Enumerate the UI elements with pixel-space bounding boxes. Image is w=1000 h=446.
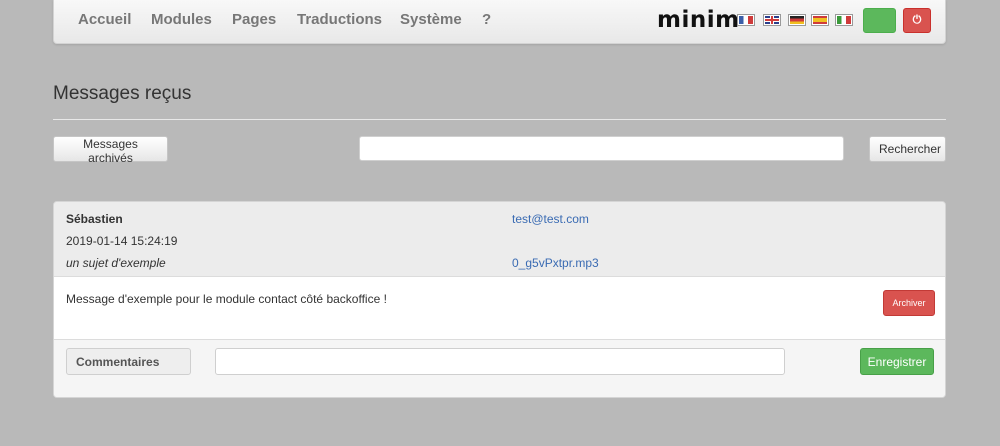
search-input[interactable]: [359, 136, 844, 161]
message-header: Sébastien test@test.com 2019-01-14 15:24…: [54, 202, 945, 277]
nav-help[interactable]: ?: [482, 11, 491, 28]
message-sender: Sébastien: [66, 212, 123, 226]
nav-pages[interactable]: Pages: [232, 11, 276, 28]
message-attachment-link[interactable]: 0_g5vPxtpr.mp3: [512, 256, 599, 270]
search-button[interactable]: Rechercher: [869, 136, 946, 162]
nav-modules[interactable]: Modules: [151, 11, 212, 28]
message-date: 2019-01-14 15:24:19: [66, 234, 178, 248]
comment-input[interactable]: [215, 348, 785, 375]
message-subject: un sujet d'exemple: [66, 256, 166, 270]
green-status-button[interactable]: [863, 8, 896, 33]
nav-traductions[interactable]: Traductions: [297, 11, 382, 28]
flag-es-icon[interactable]: [811, 14, 829, 26]
comments-label: Commentaires: [66, 348, 191, 375]
top-navbar: Accueil Modules Pages Traductions Systèm…: [53, 0, 946, 44]
message-email-link[interactable]: test@test.com: [512, 212, 589, 226]
logout-button[interactable]: ⏻: [903, 8, 931, 33]
flag-it-icon[interactable]: [835, 14, 853, 26]
flag-de-icon[interactable]: [788, 14, 806, 26]
save-button[interactable]: Enregistrer: [860, 348, 934, 375]
nav-accueil[interactable]: Accueil: [78, 11, 131, 28]
app-logo: minim: [657, 7, 740, 33]
title-divider: [53, 119, 946, 120]
message-body: Message d'exemple pour le module contact…: [54, 277, 945, 340]
comment-section: Commentaires Enregistrer: [54, 340, 945, 397]
flag-en-icon[interactable]: [763, 14, 781, 26]
page-title: Messages reçus: [53, 83, 192, 104]
message-text: Message d'exemple pour le module contact…: [66, 292, 387, 306]
message-panel: Sébastien test@test.com 2019-01-14 15:24…: [53, 201, 946, 398]
power-icon: ⏻: [912, 14, 922, 26]
archived-messages-button[interactable]: Messages archivés: [53, 136, 168, 165]
archive-button[interactable]: Archiver: [883, 290, 935, 316]
flag-fr-icon[interactable]: [737, 14, 755, 26]
nav-systeme[interactable]: Système: [400, 11, 462, 28]
